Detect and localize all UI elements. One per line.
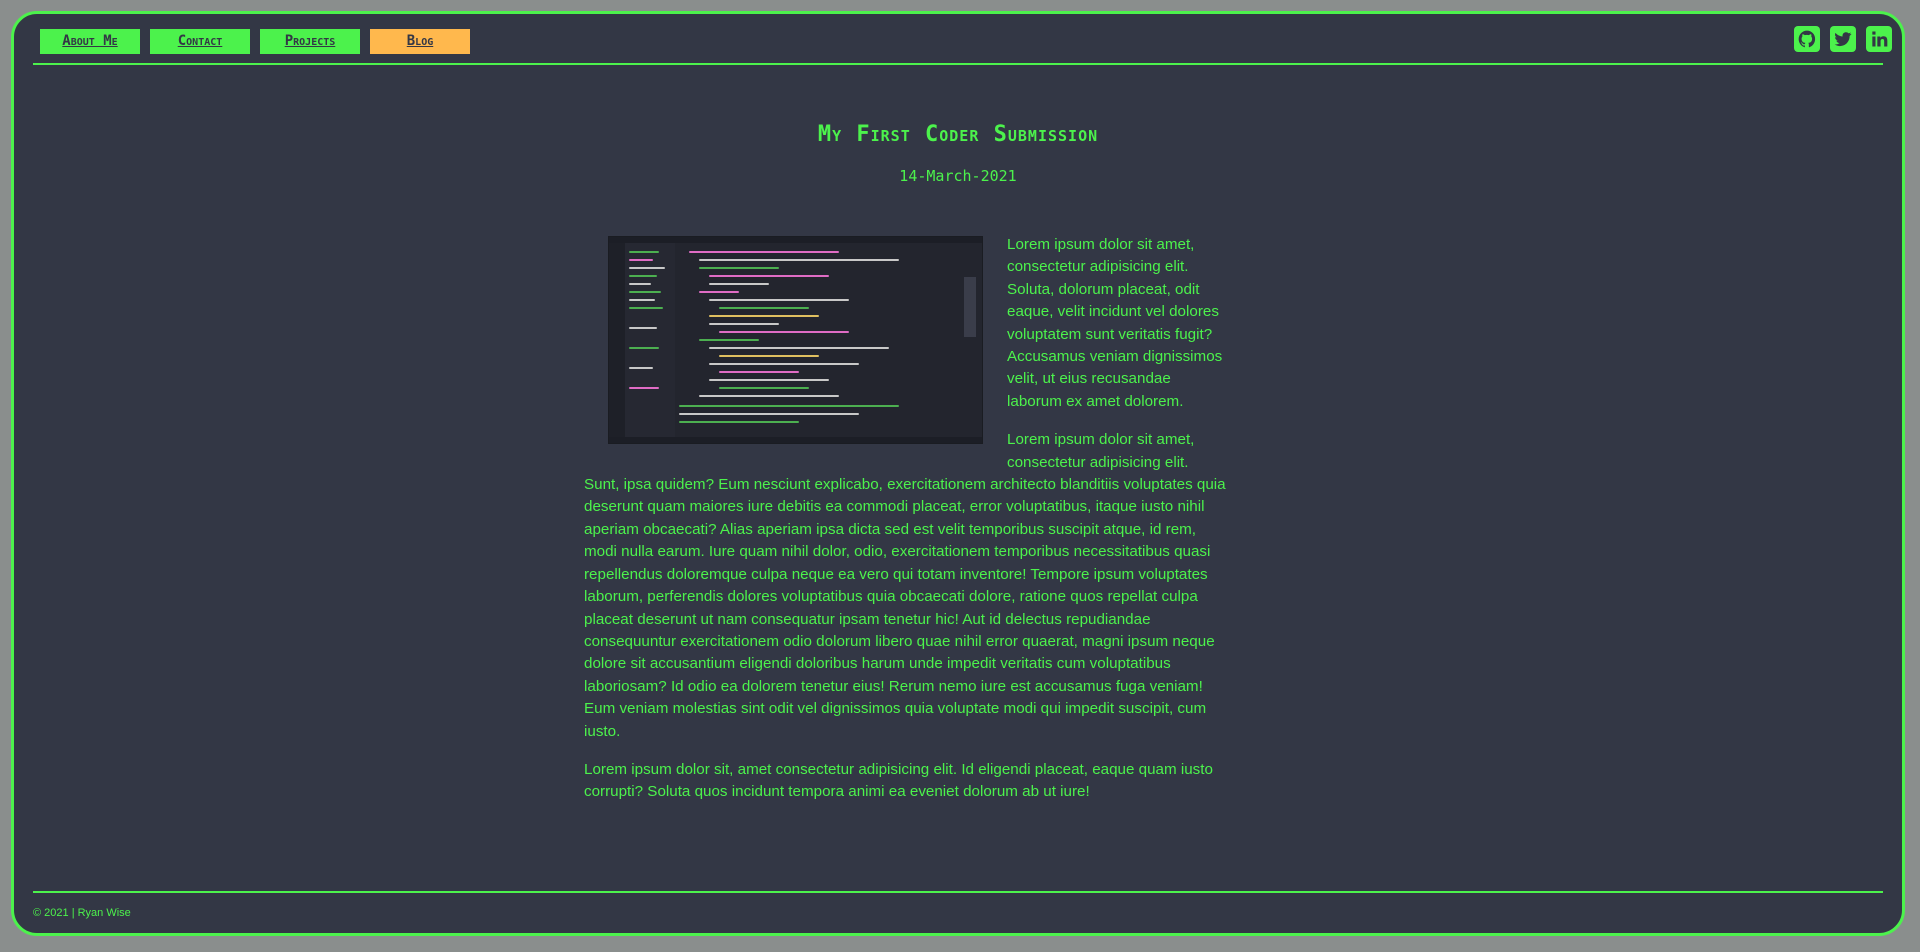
code-editor-screenshot (608, 236, 983, 444)
post-body: Lorem ipsum dolor sit amet, consectetur … (584, 234, 1226, 820)
post-title: My First Coder Submission (817, 122, 1099, 147)
nav-about-me[interactable]: About Me (40, 29, 140, 54)
post-date: 14-March-2021 (899, 167, 1017, 185)
main-nav: About Me Contact Projects Blog (40, 29, 470, 54)
footer-copyright: © 2021 | Ryan Wise (33, 907, 131, 919)
header-divider (33, 63, 1883, 65)
nav-blog[interactable]: Blog (370, 29, 470, 54)
linkedin-icon[interactable] (1866, 26, 1892, 52)
footer-divider (33, 891, 1883, 893)
page-frame: About Me Contact Projects Blog My First … (11, 11, 1905, 936)
twitter-icon[interactable] (1830, 26, 1856, 52)
paragraph-3: Lorem ipsum dolor sit, amet consectetur … (584, 760, 1213, 801)
nav-projects[interactable]: Projects (260, 29, 360, 54)
nav-contact[interactable]: Contact (150, 29, 250, 54)
social-links (1794, 26, 1892, 52)
paragraph-2: Lorem ipsum dolor sit amet, consectetur … (584, 431, 1226, 740)
github-icon[interactable] (1794, 26, 1820, 52)
